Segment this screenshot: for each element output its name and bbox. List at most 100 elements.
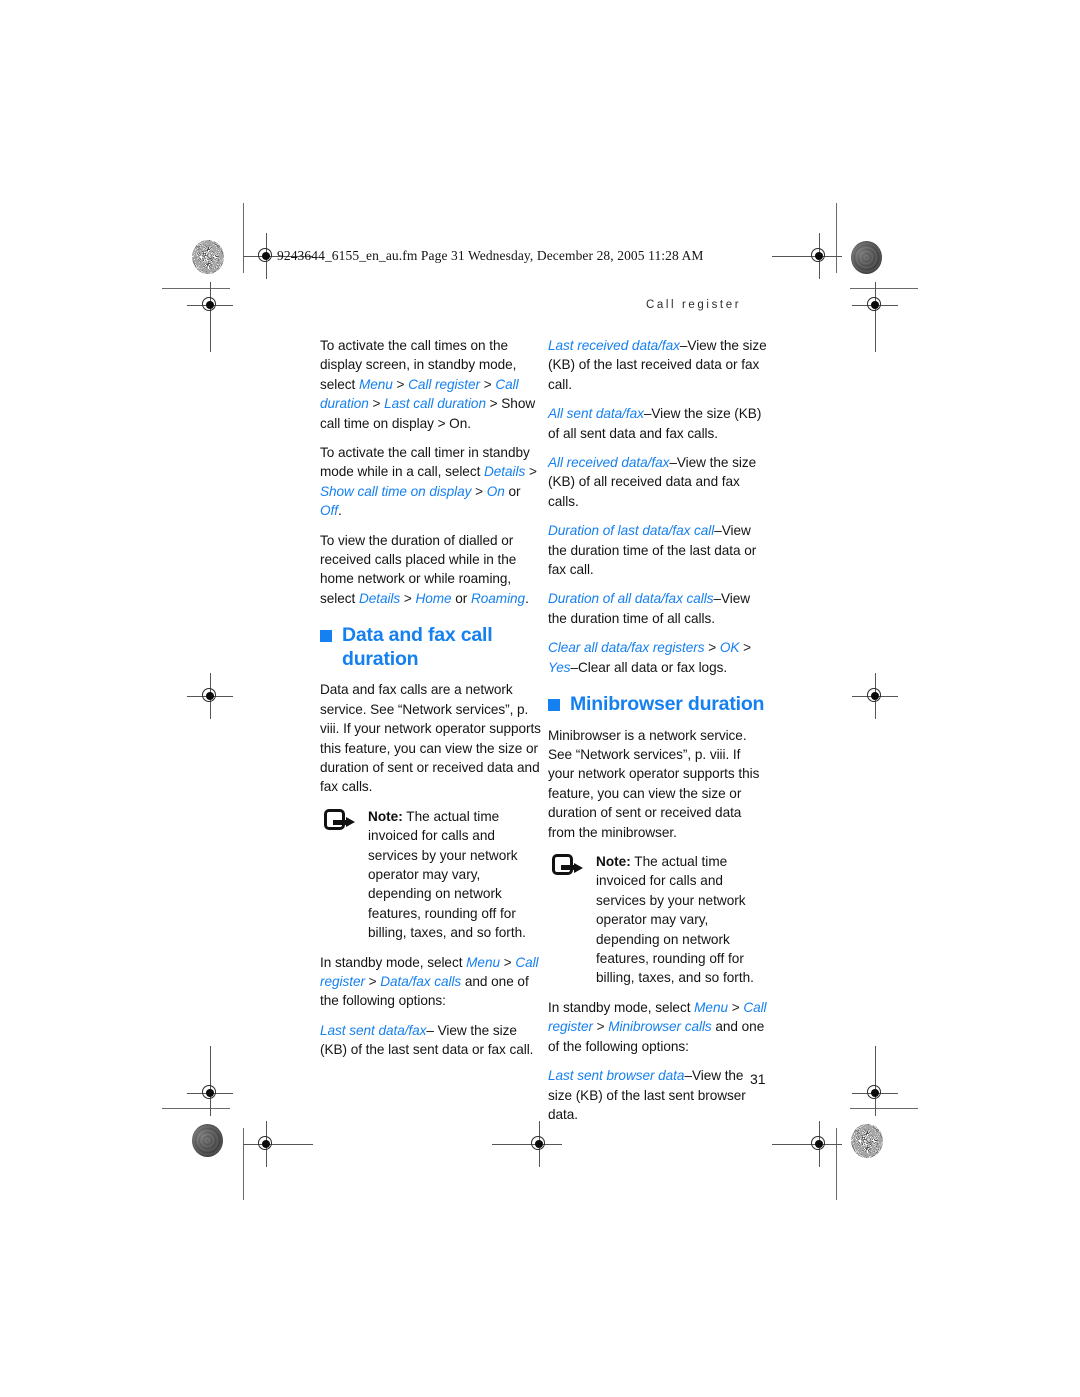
square-bullet-icon	[548, 699, 560, 712]
ui-path-last-call-duration: Last call duration	[384, 396, 486, 412]
ui-path-minibrowser-calls: Minibrowser calls	[608, 1019, 712, 1035]
density-patch-bottom-left	[192, 1124, 223, 1157]
ui-path-details: Details	[484, 464, 526, 480]
trim-line-upper-right-horizontal	[850, 288, 918, 289]
option-description: –Clear all data or fax logs.	[570, 659, 728, 675]
text-run: .	[525, 590, 529, 606]
ui-option-label: Last sent data/fax	[320, 1022, 427, 1038]
note-paragraph: Note: The actual time invoiced for calls…	[596, 852, 770, 988]
path-separator: >	[400, 590, 416, 606]
ui-option-label: All sent data/fax	[548, 406, 644, 422]
text-run: In standby mode, select	[548, 999, 695, 1015]
section-heading-minibrowser-duration: Minibrowser duration	[548, 693, 770, 717]
paragraph-activate-call-timer: To activate the call timer in standby mo…	[320, 443, 542, 521]
paragraph-standby-select-datafax: In standby mode, select Menu > Call regi…	[320, 953, 542, 1011]
trim-line-bottom-left-vertical	[243, 1128, 244, 1200]
paragraph-standby-select-minibrowser: In standby mode, select Menu > Call regi…	[548, 998, 770, 1056]
trim-line-top-left-vertical	[243, 203, 244, 273]
ui-option-label: Duration of all data/fax calls	[548, 591, 714, 607]
trim-line-lower-left-horizontal	[162, 1108, 230, 1109]
note-text: The actual time invoiced for calls and s…	[596, 854, 754, 986]
registration-target-right-middle	[852, 673, 898, 719]
ui-path-data-fax-calls: Data/fax calls	[380, 973, 462, 989]
heading-label: Data and fax call duration	[342, 624, 493, 670]
square-bullet-icon	[320, 630, 332, 643]
paragraph-view-duration-dialled: To view the duration of dialled or recei…	[320, 531, 542, 609]
ui-option-label: All received data/fax	[548, 455, 670, 471]
text-run: or	[504, 483, 521, 499]
running-head-chapter-title: Call register	[646, 299, 742, 311]
note-block-invoiced-time-right: Note: The actual time invoiced for calls…	[548, 852, 770, 988]
text-run: or	[451, 590, 472, 606]
note-block-invoiced-time-left: Note: The actual time invoiced for calls…	[320, 807, 542, 943]
registration-target-left-lower	[187, 1046, 233, 1116]
note-label: Note:	[368, 808, 403, 824]
path-separator: >	[525, 464, 537, 480]
section-heading-data-and-fax-call-duration: Data and fax call duration	[320, 624, 542, 671]
ui-option-label: Clear all data/fax registers	[548, 640, 705, 656]
trim-line-lower-right-horizontal	[850, 1108, 918, 1109]
registration-target-bottom-right	[772, 1121, 842, 1167]
trim-line-top-right-vertical	[836, 203, 837, 273]
ui-path-show-call-time-on-display: Show call time on display	[320, 483, 472, 499]
path-separator: >	[727, 999, 744, 1015]
registration-target-right-lower	[852, 1046, 898, 1116]
ui-path-menu: Menu	[694, 999, 728, 1015]
density-patch-top-right	[851, 241, 882, 274]
registration-target-bottom-left	[243, 1121, 313, 1167]
ui-option-roaming: Roaming	[471, 590, 526, 606]
option-clear-all-data-fax-registers: Clear all data/fax registers > OK > Yes–…	[548, 638, 770, 677]
ui-path-menu: Menu	[358, 376, 393, 392]
right-text-column: Last received data/fax–View the size (KB…	[548, 336, 770, 1124]
registration-target-bottom-center	[492, 1121, 562, 1167]
note-arrow-icon	[552, 854, 584, 877]
ui-path-menu: Menu	[466, 954, 500, 970]
option-last-sent-browser-data: Last sent browser data–View the size (KB…	[548, 1066, 770, 1124]
registration-target-top-right	[772, 233, 842, 279]
option-last-received-data-fax: Last received data/fax–View the size (KB…	[548, 336, 770, 394]
page-number: 31	[750, 1071, 766, 1087]
path-separator: >	[739, 640, 752, 656]
text-run: .	[337, 503, 342, 519]
option-duration-of-last-data-fax-call: Duration of last data/fax call–View the …	[548, 521, 770, 579]
path-separator: >	[592, 1019, 609, 1035]
option-all-sent-data-fax: All sent data/fax–View the size (KB) of …	[548, 404, 770, 443]
print-slugline: 9243644_6155_en_au.fm Page 31 Wednesday,…	[277, 248, 704, 263]
page-content-area: To activate the call times on the displa…	[320, 336, 790, 1122]
note-arrow-icon	[324, 808, 356, 832]
path-separator: >	[368, 396, 385, 412]
path-separator: >	[479, 376, 496, 392]
note-text: The actual time invoiced for calls and s…	[368, 808, 526, 941]
text-run: In standby mode, select	[320, 954, 467, 970]
note-label: Note:	[596, 854, 631, 870]
note-paragraph: Note: The actual time invoiced for calls…	[368, 807, 542, 943]
path-separator: >	[499, 954, 516, 970]
ui-option-home: Home	[415, 590, 452, 606]
paragraph-activate-call-times: To activate the call times on the displa…	[320, 336, 542, 433]
trim-line-upper-left-horizontal	[162, 288, 230, 289]
registration-target-left-middle	[187, 673, 233, 719]
ui-option-yes: Yes	[548, 659, 571, 675]
option-all-received-data-fax: All received data/fax–View the size (KB)…	[548, 453, 770, 511]
left-text-column: To activate the call times on the displa…	[320, 336, 542, 1060]
ui-path-call-register: Call register	[408, 376, 480, 392]
ui-option-label: Last sent browser data	[548, 1068, 685, 1084]
ui-option-on: On	[486, 483, 505, 499]
ui-option-label: Last received data/fax	[548, 338, 680, 353]
ui-option-ok: OK	[719, 640, 740, 656]
starburst-registration-mark-top-left	[192, 240, 224, 274]
option-duration-of-all-data-fax-calls: Duration of all data/fax calls–View the …	[548, 589, 770, 628]
heading-label: Minibrowser duration	[570, 693, 765, 716]
ui-option-off: Off	[320, 503, 338, 519]
paragraph-data-fax-network-service: Data and fax calls are a network service…	[320, 682, 541, 795]
starburst-registration-mark-bottom-right	[851, 1124, 883, 1158]
ui-option-label: Duration of last data/fax call	[548, 523, 715, 539]
registration-target-left-upper	[187, 282, 233, 352]
path-separator: >	[471, 483, 487, 499]
registration-target-top-left	[243, 233, 313, 279]
path-separator: >	[704, 640, 720, 656]
path-separator: >	[364, 973, 381, 989]
ui-path-details: Details	[358, 590, 401, 606]
registration-target-right-upper	[852, 282, 898, 352]
path-separator: >	[392, 376, 409, 392]
